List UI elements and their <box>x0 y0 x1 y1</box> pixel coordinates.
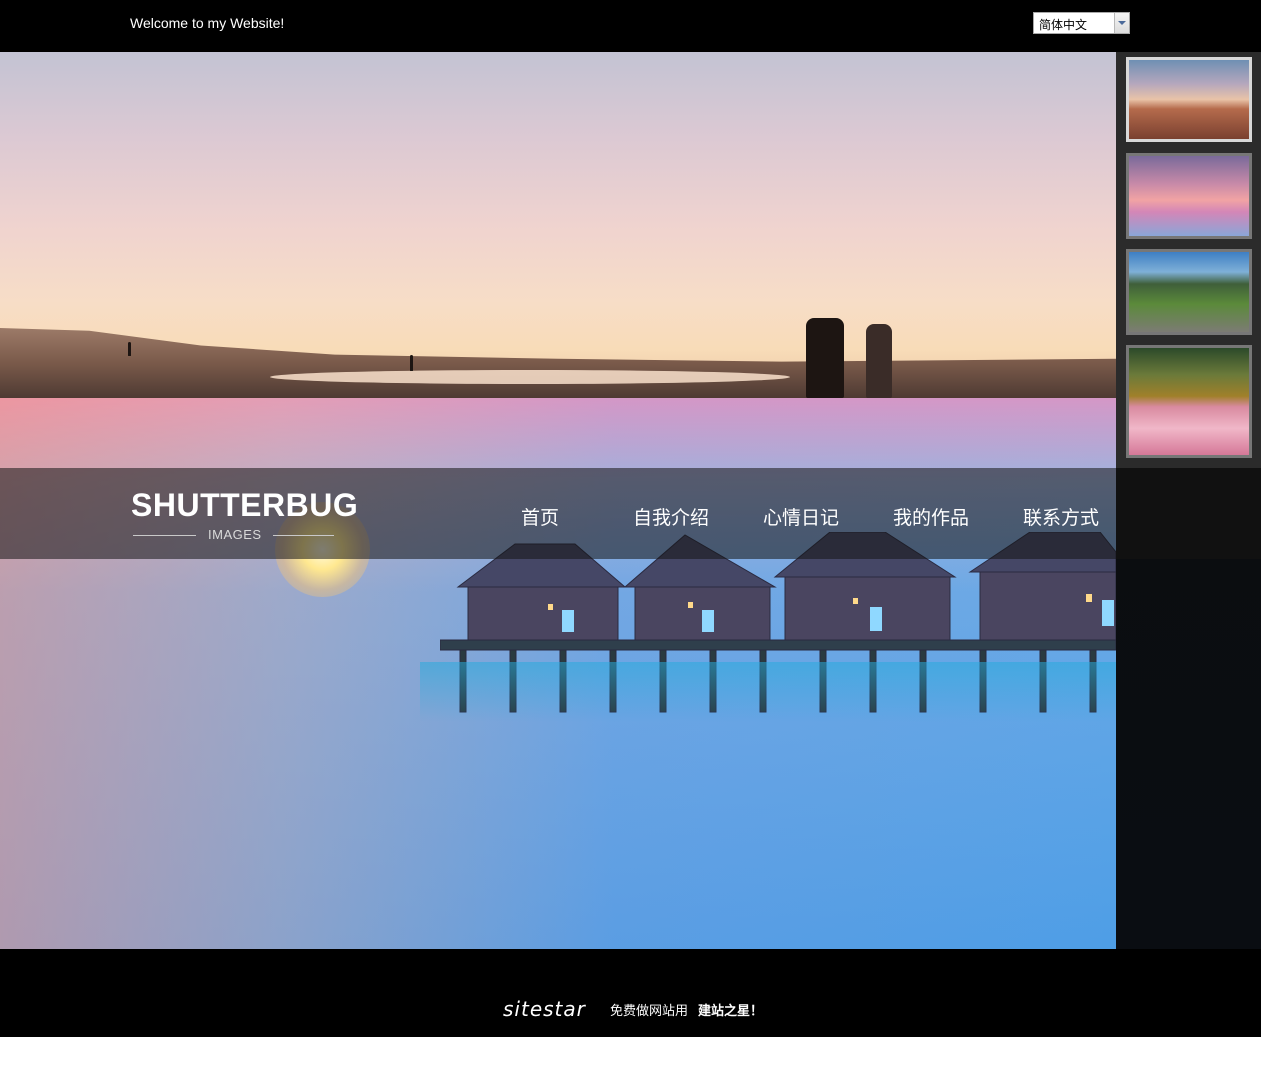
logo-subtitle: IMAGES <box>208 527 262 542</box>
walker-figure <box>410 355 413 371</box>
slide-thumbnail-4[interactable] <box>1126 345 1252 458</box>
walker-figure <box>806 318 844 398</box>
footer: sitestar 免费做网站用 建站之星！ <box>0 949 1261 1037</box>
slide-thumbnail-2[interactable] <box>1126 153 1252 239</box>
logo-subtitle-row: IMAGES <box>131 527 336 543</box>
nav-item-works[interactable]: 我的作品 <box>893 503 969 530</box>
nav-item-home[interactable]: 首页 <box>521 503 559 530</box>
logo-divider-left <box>133 535 196 536</box>
nav-band-rail-part <box>1116 468 1261 559</box>
language-select-value: 简体中文 <box>1039 18 1088 32</box>
logo-title: SHUTTERBUG <box>131 487 359 523</box>
tide-pool <box>270 370 790 384</box>
footer-brand-logo[interactable]: sitestar <box>503 997 586 1021</box>
nav-item-about[interactable]: 自我介绍 <box>633 503 709 530</box>
slide-thumbnail-1[interactable] <box>1126 57 1252 142</box>
walker-figure <box>128 342 131 356</box>
logo-divider-right <box>273 535 334 536</box>
footer-slogan: 免费做网站用 <box>610 1004 689 1019</box>
top-bar: Welcome to my Website! 简体中文 <box>0 0 1261 52</box>
beach-sunset-photo <box>0 52 1116 398</box>
beach-shore <box>0 328 1116 398</box>
chevron-down-icon[interactable] <box>1114 13 1129 33</box>
nav-item-diary[interactable]: 心情日记 <box>763 503 839 530</box>
site-logo[interactable]: SHUTTERBUG IMAGES <box>131 487 358 547</box>
nav-item-contact[interactable]: 联系方式 <box>1023 503 1099 530</box>
slide-thumbnail-3[interactable] <box>1126 249 1252 335</box>
welcome-text: Welcome to my Website! <box>130 15 285 31</box>
walker-figure <box>866 324 892 398</box>
water-reflection <box>420 662 1116 722</box>
footer-slogan-strong[interactable]: 建站之星！ <box>698 1000 763 1019</box>
language-select[interactable]: 简体中文 <box>1033 12 1130 34</box>
